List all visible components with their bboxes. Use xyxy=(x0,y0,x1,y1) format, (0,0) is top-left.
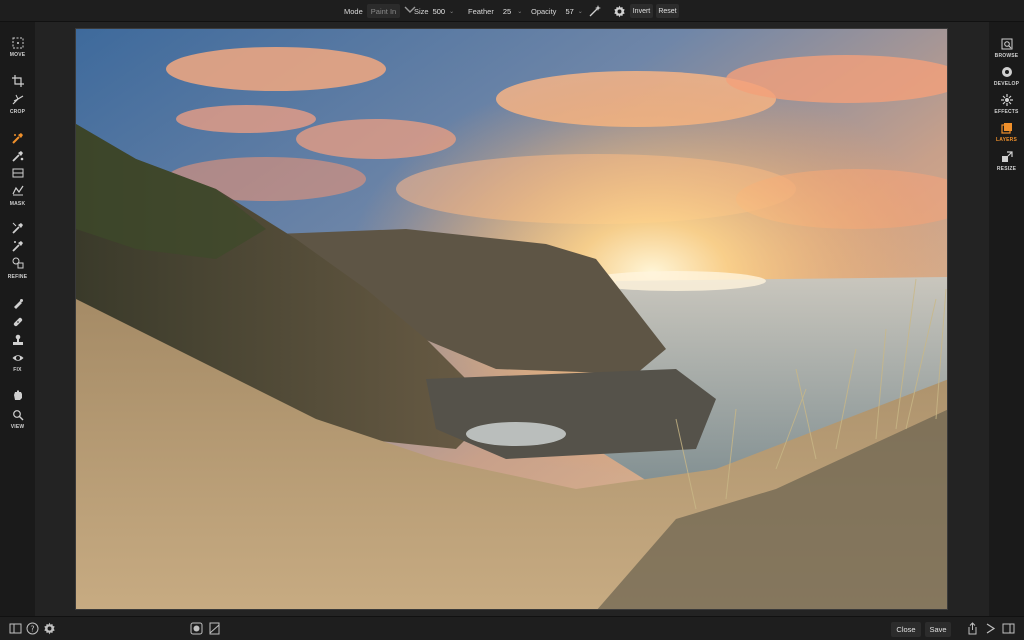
layers-icon[interactable] xyxy=(989,122,1024,134)
hand-pan-icon[interactable] xyxy=(0,389,35,401)
top-toolbar: Mode Paint In Size 500 ⌄ Feather 25 ⌄ Op… xyxy=(0,0,1024,22)
canvas-area xyxy=(35,22,989,616)
mode-control[interactable]: Mode Paint In xyxy=(344,0,416,22)
blend-icon[interactable] xyxy=(0,257,35,269)
feather-control[interactable]: Feather 25 ⌄ xyxy=(468,0,522,22)
opacity-chevron-icon[interactable]: ⌄ xyxy=(578,8,583,15)
feather-value[interactable]: 25 xyxy=(503,7,511,16)
bottom-bar: ? Close Save xyxy=(0,616,1024,640)
zoom-magnifier-icon[interactable] xyxy=(0,409,35,421)
settings-gear-icon[interactable] xyxy=(613,0,626,22)
share-export-icon[interactable] xyxy=(966,622,979,640)
refine-tool-label: REFINE xyxy=(7,274,28,280)
develop-aperture-icon[interactable] xyxy=(989,66,1024,78)
panel-toggle-icon[interactable] xyxy=(9,622,22,640)
mode-select[interactable]: Paint In xyxy=(366,4,401,18)
mode-value: Paint In xyxy=(370,6,397,16)
clone-stamp-icon[interactable] xyxy=(0,334,35,346)
photo-canvas[interactable] xyxy=(75,28,948,610)
save-button[interactable]: Save xyxy=(925,622,951,637)
resize-icon[interactable] xyxy=(989,151,1024,163)
magic-brush-icon[interactable] xyxy=(588,0,602,22)
opacity-value[interactable]: 57 xyxy=(565,7,573,16)
settings-icon[interactable] xyxy=(43,622,56,640)
healing-bandage-icon[interactable] xyxy=(0,316,35,328)
mode-label: Mode xyxy=(344,6,363,16)
fix-tool-label: FIX xyxy=(13,367,22,373)
develop-label: DEVELOP xyxy=(993,81,1020,87)
browse-icon[interactable] xyxy=(989,38,1024,50)
close-button[interactable]: Close xyxy=(891,622,921,637)
left-tool-rail: MOVE CROP MASK REFINE FIX VIEW xyxy=(0,22,35,616)
resize-label: RESIZE xyxy=(996,166,1017,172)
svg-text:?: ? xyxy=(30,625,34,634)
send-to-icon[interactable] xyxy=(984,622,997,640)
retouch-brush-icon[interactable] xyxy=(0,298,35,310)
effects-label: EFFECTS xyxy=(994,109,1019,115)
view-tool-label: VIEW xyxy=(10,424,25,430)
right-panel-toggle-icon[interactable] xyxy=(1002,622,1015,640)
coastal-sunset-photo xyxy=(76,29,947,609)
reset-button[interactable]: Reset xyxy=(656,4,679,18)
browse-label: BROWSE xyxy=(994,53,1019,59)
compare-icon[interactable] xyxy=(208,622,221,640)
mask-tool-label: MASK xyxy=(9,201,26,207)
transform-tool-icon[interactable] xyxy=(0,94,35,106)
size-control[interactable]: Size 500 ⌄ xyxy=(414,0,454,22)
layers-label: LAYERS xyxy=(995,137,1018,143)
quick-mask-icon[interactable] xyxy=(0,184,35,196)
gradient-mask-icon[interactable] xyxy=(0,167,35,179)
opacity-control[interactable]: Opacity 57 ⌄ xyxy=(531,0,583,22)
opacity-label: Opacity xyxy=(531,6,557,16)
move-tool-label: MOVE xyxy=(9,52,26,58)
masking-brush-icon[interactable] xyxy=(0,132,35,144)
size-value[interactable]: 500 xyxy=(433,7,446,16)
mask-view-toggle-icon[interactable] xyxy=(190,622,203,640)
right-module-rail: BROWSE DEVELOP EFFECTS LAYERS RESIZE xyxy=(989,22,1024,616)
help-icon[interactable]: ? xyxy=(26,622,39,640)
feather-chevron-icon[interactable]: ⌄ xyxy=(517,8,522,15)
effects-icon[interactable] xyxy=(989,94,1024,106)
feather-label: Feather xyxy=(468,6,494,16)
crop-tool-icon[interactable] xyxy=(0,75,35,87)
red-eye-icon[interactable] xyxy=(0,352,35,364)
chisel-icon[interactable] xyxy=(0,240,35,252)
invert-button[interactable]: Invert xyxy=(630,4,653,18)
masking-bug-icon[interactable] xyxy=(0,150,35,162)
crop-tool-label: CROP xyxy=(9,109,26,115)
move-tool-icon[interactable] xyxy=(0,37,35,49)
size-label: Size xyxy=(414,6,429,16)
refine-brush-icon[interactable] xyxy=(0,222,35,234)
size-chevron-icon[interactable]: ⌄ xyxy=(449,8,454,15)
